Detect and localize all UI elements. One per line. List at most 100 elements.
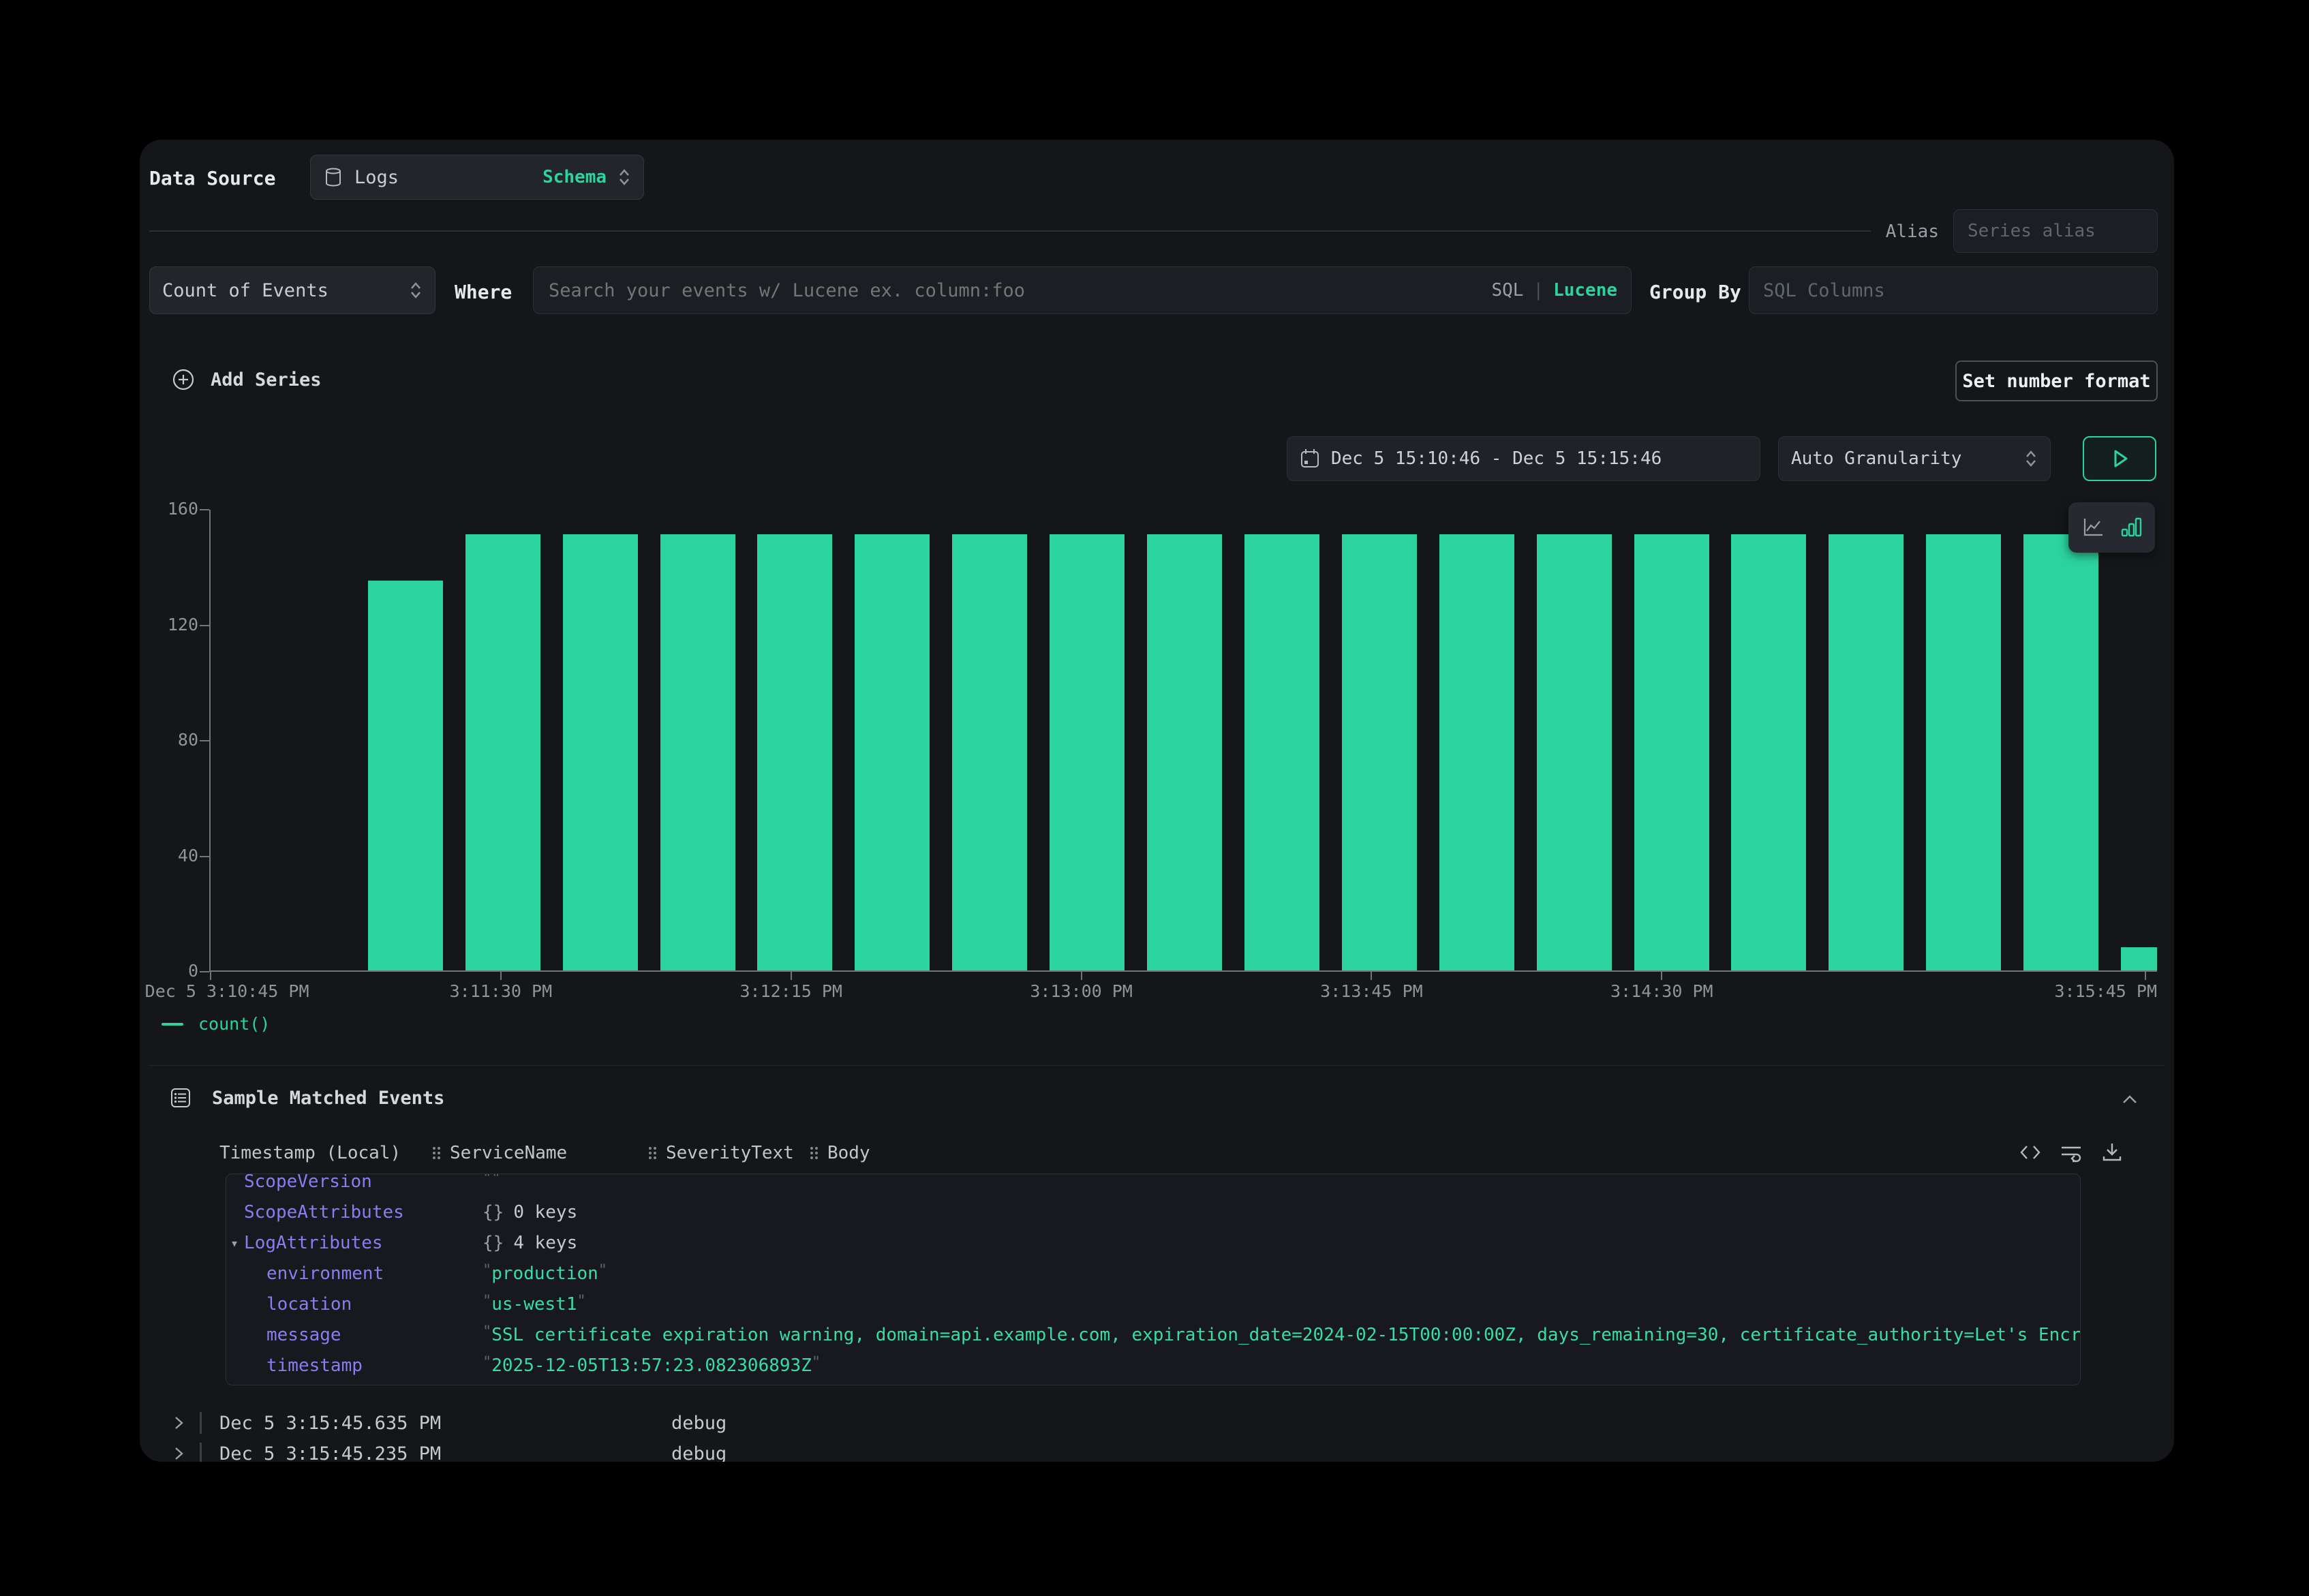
- chart-type-toggle: [2068, 502, 2155, 553]
- collapse-section-icon[interactable]: [2120, 1092, 2140, 1107]
- alias-label: Alias: [1844, 221, 1939, 242]
- search-input-wrap: SQL | Lucene: [533, 266, 1632, 314]
- column-header-servicename[interactable]: ServiceName: [431, 1143, 567, 1163]
- detail-key: message: [266, 1325, 341, 1345]
- column-header-timestamp-local-[interactable]: Timestamp (Local): [219, 1143, 401, 1163]
- chart-bar: [1439, 534, 1514, 970]
- chart-bar: [2023, 534, 2098, 970]
- y-tick: [200, 856, 209, 857]
- chart-bar: [757, 534, 832, 970]
- detail-value: {}4 keys: [483, 1233, 577, 1253]
- x-tick-label: 3:11:30 PM: [450, 981, 553, 1001]
- chart-bar: [1926, 534, 2001, 970]
- set-number-format-button[interactable]: Set number format: [1955, 360, 2158, 401]
- search-input[interactable]: [547, 279, 1491, 302]
- where-label: Where: [455, 281, 512, 303]
- page: Data Source Logs Schema Alias Count of E…: [0, 0, 2309, 1596]
- y-tick-label: 120: [140, 615, 198, 634]
- x-tick: [2145, 970, 2146, 980]
- column-header-body[interactable]: Body: [809, 1143, 870, 1163]
- event-row[interactable]: Dec 5 3:15:45.235 PMdebug: [140, 1439, 2174, 1462]
- calendar-icon: [1300, 448, 1320, 470]
- detail-value: "2025-12-05T13:57:23.082306893Z": [483, 1355, 821, 1376]
- section-divider: [149, 1065, 2165, 1066]
- add-series-button[interactable]: Add Series: [171, 367, 322, 392]
- y-tick: [200, 509, 209, 510]
- legend-swatch: [162, 1023, 183, 1026]
- chevron-right-icon[interactable]: [171, 1444, 186, 1462]
- detail-value: "production": [483, 1263, 607, 1284]
- event-list-icon: [170, 1087, 192, 1109]
- download-icon[interactable]: [2100, 1140, 2124, 1165]
- braces-icon: {}: [483, 1202, 504, 1223]
- column-header-label: SeverityText: [666, 1143, 794, 1163]
- column-header-label: Timestamp (Local): [219, 1143, 401, 1163]
- detail-key: location: [266, 1294, 352, 1315]
- plus-circle-icon: [171, 367, 196, 392]
- detail-row-timestamp[interactable]: timestamp"2025-12-05T13:57:23.082306893Z…: [226, 1350, 2080, 1381]
- chevron-right-icon[interactable]: [171, 1413, 186, 1432]
- code-view-icon[interactable]: [2018, 1140, 2043, 1165]
- detail-value: {}0 keys: [483, 1202, 577, 1223]
- drag-handle-icon[interactable]: [809, 1146, 819, 1161]
- chart-bar: [1147, 534, 1222, 970]
- x-tick-label: 3:15:45 PM: [2054, 981, 2157, 1001]
- chart-bar: [660, 534, 735, 970]
- drag-handle-icon[interactable]: [431, 1146, 442, 1161]
- lucene-mode-toggle[interactable]: Lucene: [1553, 280, 1617, 301]
- detail-row-location[interactable]: location"us-west1": [226, 1289, 2080, 1319]
- bar-chart-icon[interactable]: [2121, 516, 2143, 539]
- aggregate-value: Count of Events: [162, 280, 328, 301]
- chart-bar: [855, 534, 930, 970]
- severity-bar: [200, 1443, 202, 1462]
- event-detail-panel: ScopeVersion "" ScopeAttributes{}0 keys▾Lo…: [226, 1173, 2081, 1385]
- group-by-input[interactable]: [1749, 266, 2158, 314]
- events-section-title: Sample Matched Events: [212, 1088, 444, 1109]
- drag-handle-icon[interactable]: [647, 1146, 658, 1161]
- y-tick-label: 80: [140, 730, 198, 750]
- detail-row-scopeversion[interactable]: ScopeVersion "": [226, 1173, 2080, 1197]
- chart-bar: [1244, 534, 1319, 970]
- run-query-button[interactable]: [2083, 436, 2156, 481]
- x-tick: [1081, 970, 1082, 980]
- mode-divider: |: [1533, 280, 1544, 301]
- x-tick: [1661, 970, 1662, 980]
- x-tick-label: Dec 5 3:10:45 PM: [145, 981, 309, 1001]
- line-chart-icon[interactable]: [2081, 516, 2105, 539]
- chart-bar: [1731, 534, 1806, 970]
- detail-value: "": [483, 1173, 501, 1190]
- detail-row-message[interactable]: message"SSL certificate expiration warni…: [226, 1319, 2080, 1350]
- event-row[interactable]: Dec 5 3:15:45.635 PMdebug: [140, 1409, 2174, 1437]
- expand-caret-icon[interactable]: ▾: [230, 1235, 239, 1251]
- detail-row-environment[interactable]: environment "production": [226, 1258, 2080, 1289]
- x-tick: [210, 970, 211, 980]
- detail-row-logattributes[interactable]: ▾LogAttributes{}4 keys: [226, 1227, 2080, 1258]
- schema-link[interactable]: Schema: [542, 167, 607, 187]
- main-panel: Data Source Logs Schema Alias Count of E…: [140, 140, 2174, 1462]
- chart-bar: [1634, 534, 1709, 970]
- chart-bar: [465, 534, 540, 970]
- detail-row-scopeattributes[interactable]: ScopeAttributes{}0 keys: [226, 1197, 2080, 1227]
- event-severity: debug: [671, 1443, 727, 1462]
- chevron-updown-icon: [2024, 448, 2038, 470]
- detail-key: environment: [266, 1263, 384, 1284]
- column-header-label: ServiceName: [450, 1143, 567, 1163]
- y-tick-label: 40: [140, 846, 198, 865]
- aggregate-select[interactable]: Count of Events: [149, 266, 435, 314]
- sql-mode-toggle[interactable]: SQL: [1491, 280, 1523, 301]
- chart-bar: [1342, 534, 1417, 970]
- granularity-select[interactable]: Auto Granularity: [1778, 436, 2051, 481]
- wrap-text-icon[interactable]: [2059, 1140, 2083, 1165]
- chevron-updown-icon: [409, 279, 423, 301]
- data-source-value: Logs: [354, 167, 399, 188]
- data-source-select[interactable]: Logs Schema: [310, 155, 644, 200]
- column-header-severitytext[interactable]: SeverityText: [647, 1143, 794, 1163]
- detail-key: ScopeVersion: [244, 1173, 372, 1192]
- chart-bar: [1050, 534, 1125, 970]
- granularity-value: Auto Granularity: [1791, 448, 1961, 469]
- braces-icon: {}: [483, 1233, 504, 1253]
- alias-input[interactable]: [1953, 209, 2158, 253]
- bar-chart: 04080120160 Dec 5 3:10:45 PM3:11:30 PM3:…: [209, 510, 2157, 972]
- y-tick: [200, 740, 209, 741]
- time-range-picker[interactable]: Dec 5 15:10:46 - Dec 5 15:15:46: [1287, 436, 1760, 481]
